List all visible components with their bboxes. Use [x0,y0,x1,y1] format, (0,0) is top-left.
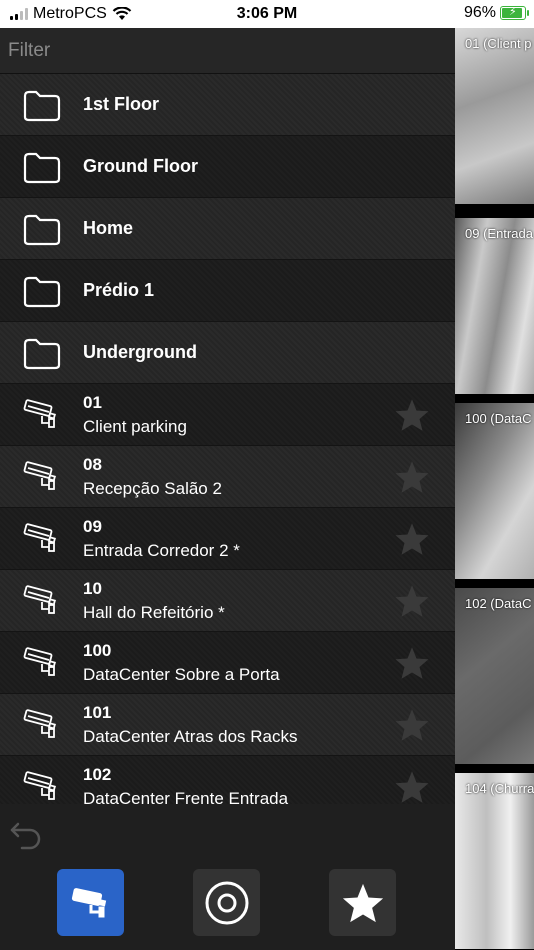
camera-feed-image [455,773,534,949]
camera-number: 09 [83,517,102,536]
thumbnail-label: 102 (DataC [465,596,532,611]
favorite-star-icon[interactable] [394,459,430,495]
folder-label: Ground Floor [83,156,198,176]
favorite-star-icon[interactable] [394,521,430,557]
camera-number: 10 [83,579,102,598]
thumbnail-label: 01 (Client p [465,36,532,51]
filter-input[interactable] [8,37,438,65]
camera-number: 102 [83,765,112,784]
folder-label: 1st Floor [83,94,160,114]
camera-icon [23,399,56,428]
camera-name: Hall do Refeitório * [83,603,225,622]
favorite-star-icon[interactable] [394,769,430,804]
camera-row[interactable]: 10 Hall do Refeitório * [0,570,455,632]
camera-row[interactable]: 100 DataCenter Sobre a Porta [0,632,455,694]
battery-percent: 96% [463,4,496,21]
camera-icon [23,647,56,676]
folder-label: Home [83,218,134,238]
camera-number: 100 [83,641,112,660]
favorites-tab-button[interactable] [329,869,396,936]
camera-row[interactable]: 101 DataCenter Atras dos Racks [0,694,455,756]
camera-number: 01 [83,393,102,412]
record-icon [205,881,248,924]
camera-icon [23,523,56,552]
status-time: 3:06 PM [236,5,298,22]
status-right: 96% ⚡ [463,4,529,22]
cameras-tab-button[interactable] [57,869,124,936]
favorite-star-icon[interactable] [394,397,430,433]
camera-icon [23,709,56,738]
camera-thumbnail[interactable]: 100 (DataC [455,403,534,579]
camera-icon [23,585,56,614]
camera-icon [71,887,106,917]
folder-row[interactable]: Ground Floor [0,136,455,198]
filter-bar [0,28,455,74]
folder-icon [23,90,61,122]
camera-row[interactable]: 08 Recepção Salão 2 [0,446,455,508]
camera-row[interactable]: 09 Entrada Corredor 2 * [0,508,455,570]
camera-name: DataCenter Frente Entrada [83,789,289,804]
camera-feed-image [455,218,534,394]
camera-name: Recepção Salão 2 [83,479,222,498]
camera-icon [23,771,56,800]
camera-list[interactable]: 1st Floor Ground Floor Home Prédio 1 Undergr… [0,74,455,804]
camera-icon [23,461,56,490]
battery-icon: ⚡ [500,6,529,20]
folder-row[interactable]: Underground [0,322,455,384]
thumbnail-label: 09 (Entrada [465,226,533,241]
camera-thumbnail[interactable]: 102 (DataC [455,588,534,764]
camera-thumbnail[interactable]: 09 (Entrada [455,218,534,394]
thumbnail-label: 104 (Churra [465,781,534,796]
camera-row[interactable]: 01 Client parking [0,384,455,446]
camera-name: DataCenter Sobre a Porta [83,665,280,684]
folder-icon [23,152,61,184]
folder-icon [23,214,61,246]
camera-name: DataCenter Atras dos Racks [83,727,298,746]
camera-list-panel: 1st Floor Ground Floor Home Prédio 1 Undergr… [0,28,455,950]
charging-bolt-icon: ⚡ [509,6,517,18]
folder-icon [23,338,61,370]
camera-row[interactable]: 102 DataCenter Frente Entrada [0,756,455,804]
camera-feed-image [455,588,534,764]
folder-label: Underground [83,342,197,362]
folder-row[interactable]: Home [0,198,455,260]
undo-icon[interactable] [8,814,44,850]
camera-thumbnail[interactable]: 104 (Churra [455,773,534,949]
record-tab-button[interactable] [193,869,260,936]
camera-feed-image [455,28,534,204]
favorite-star-icon[interactable] [394,707,430,743]
star-icon [342,883,383,922]
folder-label: Prédio 1 [83,280,155,300]
thumbnail-label: 100 (DataC [465,411,532,426]
camera-feed-image [455,403,534,579]
folder-row[interactable]: Prédio 1 [0,260,455,322]
camera-number: 08 [83,455,102,474]
favorite-star-icon[interactable] [394,645,430,681]
status-bar: MetroPCS 3:06 PM 96% ⚡ [0,0,534,28]
folder-row[interactable]: 1st Floor [0,74,455,136]
camera-name: Client parking [83,417,187,436]
favorite-star-icon[interactable] [394,583,430,619]
camera-number: 101 [83,703,112,722]
folder-icon [23,276,61,308]
camera-name: Entrada Corredor 2 * [83,541,240,560]
camera-thumbnails: 01 (Client p 09 (Entrada 100 (DataC 102 (Da… [455,28,534,950]
bottom-toolbar [0,804,455,950]
camera-thumbnail[interactable]: 01 (Client p [455,28,534,204]
